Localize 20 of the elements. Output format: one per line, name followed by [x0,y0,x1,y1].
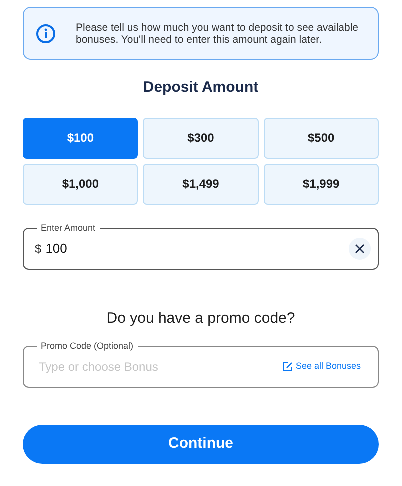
promo-input[interactable]: Type or choose Bonus [39,358,283,376]
section-title: Deposit Amount [143,78,259,98]
promo-heading: Do you have a promo code? [106,308,296,328]
field-label: Promo Code (Optional) [37,340,138,352]
currency-symbol: $ [35,240,42,258]
amount-option[interactable]: $1,999 [264,164,379,204]
amount-option[interactable]: $1,499 [143,164,259,204]
field-label: Enter Amount [37,222,100,234]
amount-option[interactable]: $300 [143,118,259,158]
info-text: Please tell us how much you want to deposit to see available bonuses. You'll need to enter this amount again later. [76,22,360,46]
amount-input[interactable]: 100 [46,238,349,258]
see-all-bonuses-link[interactable]: See all Bonuses [296,360,361,374]
close-icon [355,244,365,254]
edit-icon [282,362,293,372]
amount-option[interactable]: $500 [264,118,379,158]
amount-option[interactable]: $1,000 [23,164,138,204]
clear-button[interactable] [349,238,371,260]
info-icon [36,24,56,44]
amount-option[interactable]: $100 [23,118,138,158]
continue-button[interactable]: Continue [23,425,379,464]
